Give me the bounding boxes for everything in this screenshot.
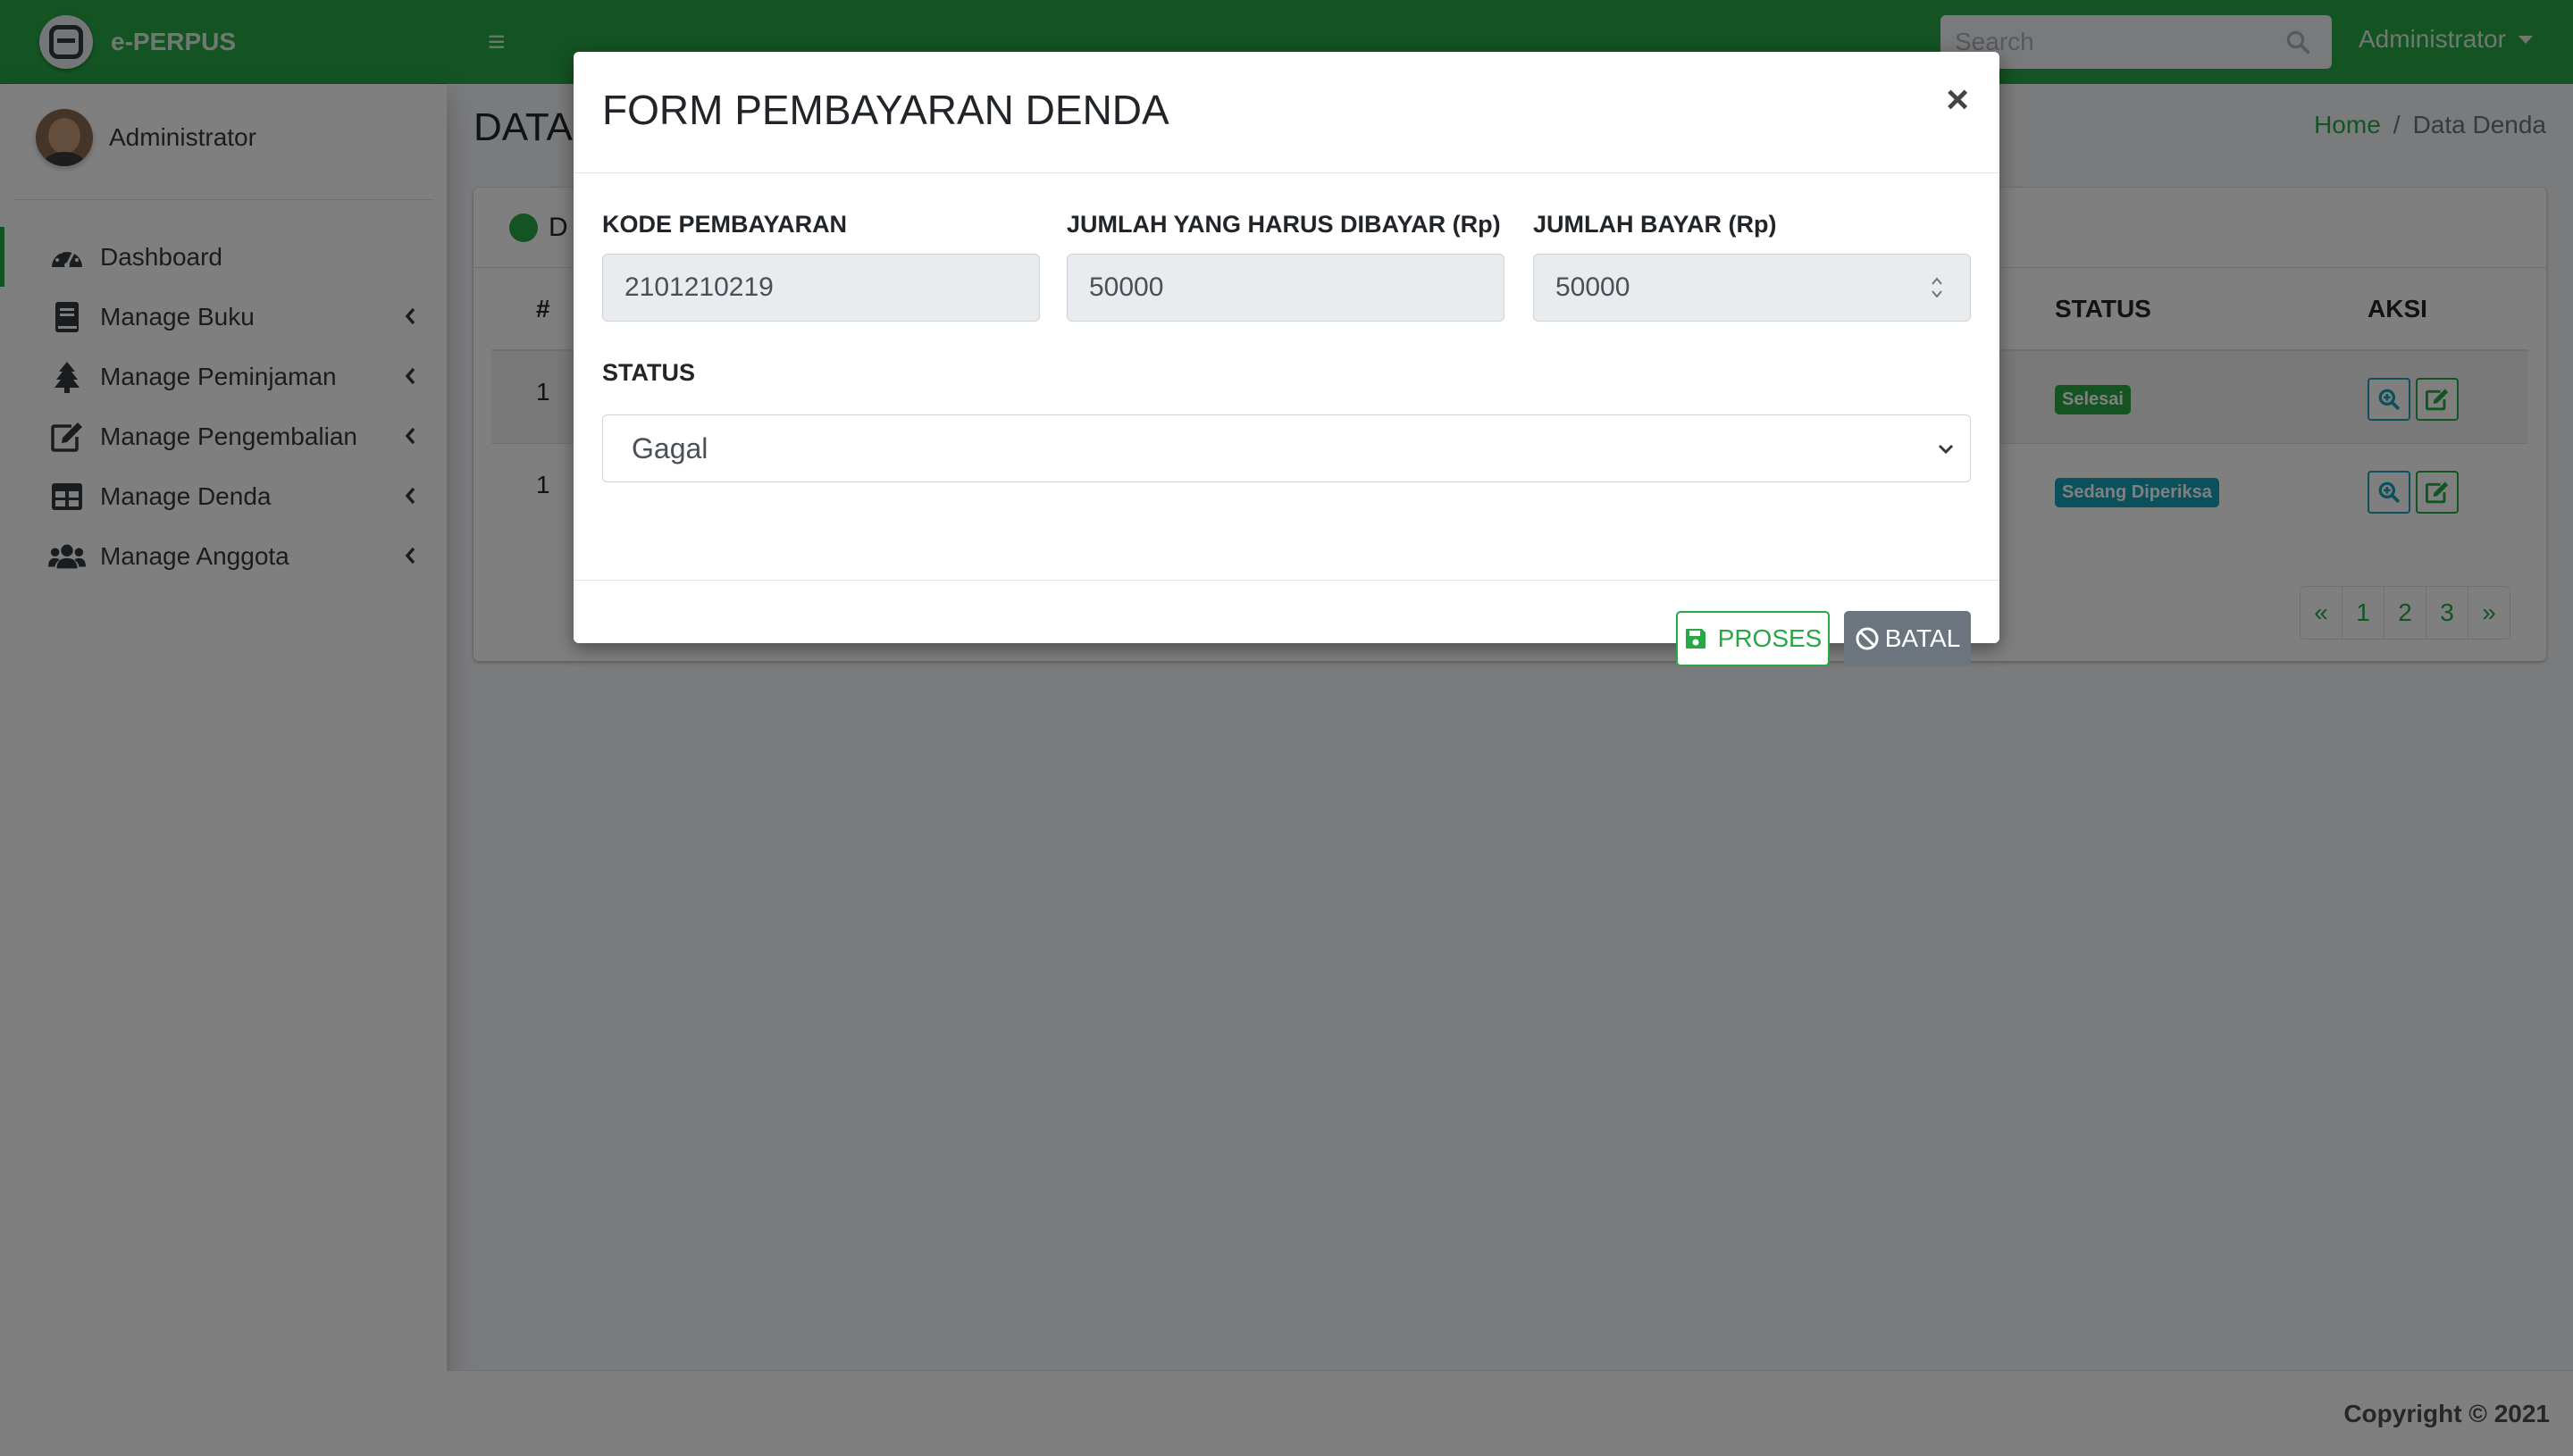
jumlah-bayar-label: JUMLAH BAYAR (Rp) — [1533, 211, 1777, 238]
proses-button[interactable]: PROSES — [1676, 611, 1830, 666]
close-icon[interactable]: × — [1946, 80, 1969, 120]
modal-header: FORM PEMBAYARAN DENDA × — [574, 52, 1999, 173]
status-select-value: Gagal — [632, 431, 708, 464]
kode-pembayaran-label: KODE PEMBAYARAN — [602, 211, 848, 238]
number-spinner-icon[interactable] — [1931, 274, 1943, 301]
status-select[interactable]: Gagal — [602, 414, 1971, 482]
batal-button[interactable]: BATAL — [1844, 611, 1971, 666]
kode-pembayaran-field[interactable]: 2101210219 — [602, 254, 1040, 322]
jumlah-bayar-value: 50000 — [1555, 272, 1630, 302]
jumlah-bayar-field[interactable]: 50000 — [1533, 254, 1971, 322]
modal-body: KODE PEMBAYARAN 2101210219 JUMLAH YANG H… — [574, 173, 1999, 581]
jumlah-harus-dibayar-field[interactable]: 50000 — [1067, 254, 1504, 322]
modal-title: FORM PEMBAYARAN DENDA — [602, 87, 1169, 133]
chevron-down-icon — [1938, 444, 1954, 455]
batal-button-label: BATAL — [1884, 624, 1961, 652]
payment-modal: FORM PEMBAYARAN DENDA × KODE PEMBAYARAN … — [574, 52, 1999, 666]
proses-button-label: PROSES — [1717, 624, 1823, 652]
jumlah-harus-dibayar-label: JUMLAH YANG HARUS DIBAYAR (Rp) — [1067, 211, 1501, 238]
ban-icon — [1855, 626, 1880, 651]
save-icon — [1684, 627, 1707, 650]
status-label: STATUS — [602, 359, 695, 386]
modal-footer: PROSES BATAL — [574, 581, 1999, 666]
